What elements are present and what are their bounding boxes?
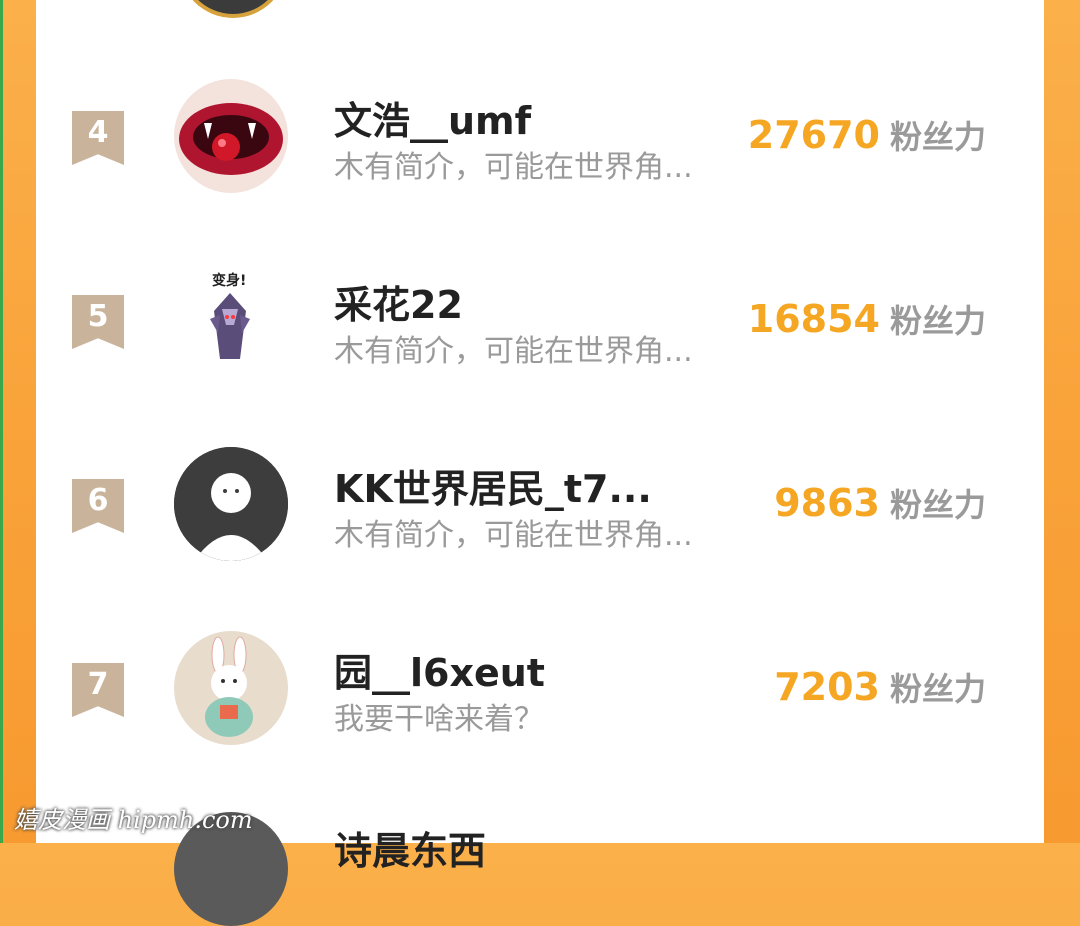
leaderboard-row[interactable]: 4 文浩__umf 木有简介，可能在世界角... 27670 粉丝力 [36, 46, 1044, 230]
watermark: 嬉皮漫画 hipmh.com [14, 806, 253, 834]
bio: 我要干啥来着？ [334, 702, 544, 737]
svg-text:变身!: 变身! [212, 272, 246, 289]
bio: 木有简介，可能在世界角... [334, 518, 693, 553]
username[interactable]: 文浩__umf [334, 90, 531, 145]
avatar-partial-top[interactable] [178, 0, 288, 18]
rank-badge: 7 [72, 663, 124, 717]
fans-count: 7203 [774, 665, 880, 709]
fans-score: 9863 粉丝力 [774, 480, 986, 526]
username[interactable]: 园__l6xeut [334, 642, 545, 697]
rank-badge: 4 [72, 111, 124, 165]
fans-score: 27670 粉丝力 [748, 112, 986, 158]
avatar-cartoon-character-image: 变身! [174, 263, 288, 377]
avatar[interactable] [174, 447, 288, 561]
avatar[interactable] [174, 79, 288, 193]
avatar[interactable] [174, 631, 288, 745]
fans-count: 9863 [774, 481, 880, 525]
avatar[interactable]: 变身! [174, 263, 288, 377]
rank-badge: 5 [72, 295, 124, 349]
fans-count: 16854 [747, 297, 880, 341]
fans-unit: 粉丝力 [889, 118, 986, 156]
avatar-rabbit-image [174, 631, 288, 745]
leaderboard-panel: 4 文浩__umf 木有简介，可能在世界角... 27670粉丝力 5 变身! [36, 0, 1044, 843]
leaderboard-row[interactable]: 5 变身! 采花22 木有简介，可能在世界角... 16854 粉丝力 [36, 230, 1044, 414]
leaderboard-row[interactable]: 7 园__l6xeut 我要干啥来着？ 7203 粉丝力 [36, 598, 1044, 782]
leaderboard-row[interactable]: 6 KK世界居民_t7... 木有简介，可能在世界角... 9863 粉丝力 [36, 414, 1044, 598]
username-partial-bottom[interactable]: 诗晨东西 [334, 820, 486, 875]
bio: 木有简介，可能在世界角... [334, 150, 693, 185]
fans-unit: 粉丝力 [889, 302, 986, 340]
fans-count: 27670 [747, 113, 880, 157]
fans-score: 16854 粉丝力 [748, 296, 986, 342]
bio: 木有简介，可能在世界角... [334, 334, 693, 369]
default-avatar-icon [174, 447, 288, 561]
username[interactable]: 采花22 [334, 274, 463, 329]
fans-score: 7203 粉丝力 [774, 664, 986, 710]
fans-unit: 粉丝力 [889, 670, 986, 708]
avatar-lips-image [174, 79, 288, 193]
frame-left-edge [0, 0, 3, 843]
username[interactable]: KK世界居民_t7... [334, 458, 652, 513]
rank-badge: 6 [72, 479, 124, 533]
fans-unit: 粉丝力 [889, 486, 986, 524]
